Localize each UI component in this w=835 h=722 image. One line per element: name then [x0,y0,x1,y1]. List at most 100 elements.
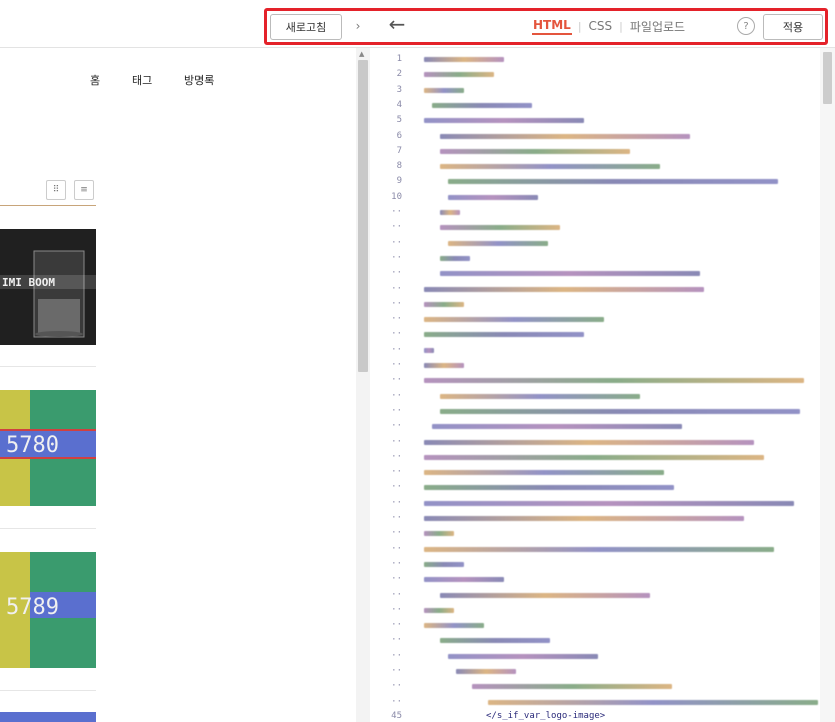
editor-scrollbar[interactable] [820,48,835,722]
code-line [432,102,532,108]
code-line [424,317,604,323]
post-thumbnail[interactable]: IMI BOOM [0,229,96,345]
line-number: 2 [396,69,402,80]
editor-toolbar: ← HTML | CSS | 파일업로드 ? 적용 [370,0,835,48]
code-line [440,133,690,139]
line-number: ·· [391,344,402,355]
nav-item-guestbook[interactable]: 방명록 [184,72,214,88]
line-number: ·· [391,666,402,676]
code-line [424,546,774,552]
code-line [456,669,516,674]
nav-item-tag[interactable]: 태그 [132,72,152,88]
code-line [448,194,538,200]
line-number: ·· [391,589,402,600]
tab-html[interactable]: HTML [532,18,572,35]
line-number: ·· [391,528,402,539]
code-line [424,623,484,629]
code-line [448,653,598,659]
number-image: 5780 [0,390,96,506]
line-number: ·· [391,574,402,585]
svg-text:IMI BOOM: IMI BOOM [2,276,55,289]
editor-pane: ← HTML | CSS | 파일업로드 ? 적용 1 2 3 4 5 6 7 8 9 10 ·· ·… [370,0,835,722]
code-line [424,332,584,338]
code-line [424,378,804,384]
number-image: 5789 [0,552,96,668]
collapse-preview-icon[interactable]: › [352,16,364,36]
line-number: ·· [391,298,402,309]
code-line [432,424,682,430]
line-number: ·· [391,329,402,340]
nav-item-home[interactable]: 홈 [90,72,100,88]
line-number: ·· [391,543,402,554]
code-line [424,347,434,353]
code-line [424,531,454,537]
line-number: ·· [391,467,402,478]
line-number: ·· [391,283,402,294]
line-number: ·· [391,696,402,707]
line-number: ·· [391,650,402,661]
line-number: 3 [396,84,402,95]
line-number: 5 [396,115,402,126]
code-line [440,225,560,231]
blog-nav: 홈 태그 방명록 [0,72,356,92]
line-number: ·· [391,405,402,416]
code-line [448,179,778,185]
code-line [424,439,754,445]
post-divider [0,528,96,529]
refresh-button[interactable]: 새로고침 [270,14,342,40]
code-line [424,118,584,124]
code-line [424,470,664,476]
scrollbar-thumb[interactable] [358,60,368,372]
line-number: ·· [391,268,402,279]
line-number-gutter: 1 2 3 4 5 6 7 8 9 10 ·· ·· ·· ·· ·· ·· ·· ·· ·· ·· ·· ·· ·· ·· ·… [370,48,406,722]
svg-text:5789: 5789 [6,595,59,620]
app-window: 새로고침 › 홈 태그 방명록 ⠿ ≡ IMI BOOM 5780 5789 ▲… [0,0,835,722]
line-number: ·· [391,360,402,370]
code-line [424,286,704,292]
post-divider [0,366,96,367]
editor-tabs: HTML | CSS | 파일업로드 [532,17,686,35]
list-view-icon[interactable]: ≡ [74,180,94,200]
line-number: ·· [391,620,402,631]
post-thumbnail[interactable]: 5780 [0,390,96,506]
code-line [424,363,464,368]
svg-text:5780: 5780 [6,433,59,458]
tab-css[interactable]: CSS [588,19,614,33]
line-number: ·· [391,252,402,263]
line-number: ·· [391,681,402,692]
apply-button[interactable]: 적용 [763,14,823,40]
code-line [424,301,464,307]
line-number: ·· [391,222,402,233]
code-line [440,592,650,598]
post-divider [0,690,96,691]
line-number: 4 [396,99,402,110]
code-line [424,87,464,93]
post-thumbnail[interactable]: 5789 [0,552,96,668]
line-number: ·· [391,237,402,248]
line-number: ·· [391,604,402,615]
line-number: ·· [391,390,402,401]
code-line [440,271,700,277]
scroll-up-icon[interactable]: ▲ [359,50,364,58]
grid-view-icon[interactable]: ⠿ [46,180,66,200]
code-line [440,164,660,170]
code-line [440,638,550,644]
blog-preview: 홈 태그 방명록 ⠿ ≡ IMI BOOM 5780 5789 [0,48,356,722]
preview-scrollbar[interactable]: ▲ [356,48,370,722]
code-line [448,240,548,246]
scrollbar-thumb[interactable] [823,52,832,104]
code-line [472,684,672,690]
code-line [424,607,454,613]
code-line [440,255,470,261]
code-line [424,485,674,491]
code-editor[interactable]: 1 2 3 4 5 6 7 8 9 10 ·· ·· ·· ·· ·· ·· ·· ·· ·· ·· ·· ·· ·· ·· ·… [370,48,835,722]
post-thumbnail[interactable] [0,712,96,722]
line-number: 10 [391,191,402,202]
help-icon[interactable]: ? [737,17,755,35]
preview-pane: 새로고침 › 홈 태그 방명록 ⠿ ≡ IMI BOOM 5780 5789 ▲ [0,0,370,722]
code-line [424,72,494,78]
glass-image: IMI BOOM [0,229,96,345]
tab-file-upload[interactable]: 파일업로드 [629,18,686,35]
back-arrow-icon[interactable]: ← [386,12,408,36]
code-line: </s_if_var_logo-image> [486,711,606,721]
